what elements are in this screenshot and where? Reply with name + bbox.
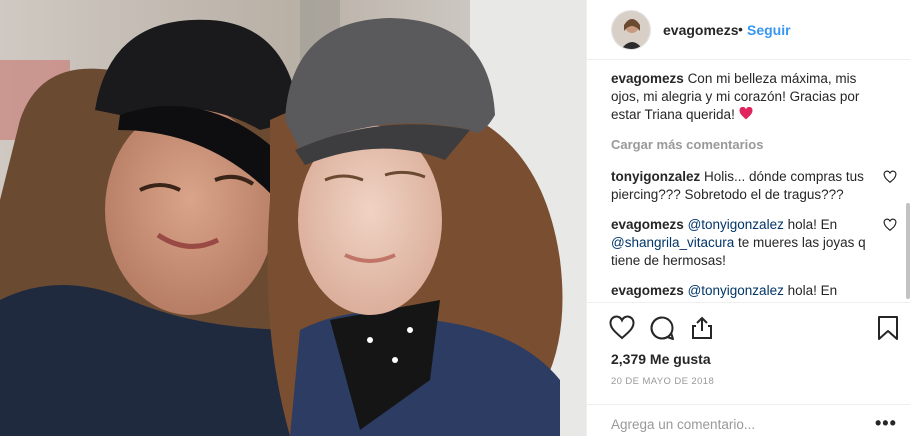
comment-mention[interactable]: @shangrila_vitacura [611,235,734,250]
more-options-icon[interactable]: ••• [875,413,897,434]
comment-mention[interactable]: @tonyigonzalez [688,283,784,298]
list-item: evagomezs @tonyigonzalez hola! En [611,282,905,300]
comment-text: hola! En [787,217,838,232]
share-icon[interactable] [689,315,717,343]
comment-username[interactable]: evagomezs [611,283,684,298]
bookmark-icon[interactable] [877,315,905,343]
add-comment-input[interactable] [611,415,851,433]
speech-bubble-icon[interactable] [649,315,677,343]
comment-username[interactable]: evagomezs [611,217,684,232]
heart-outline-icon[interactable] [609,315,637,343]
red-heart-emoji-icon [739,106,753,122]
load-more-comments-button[interactable]: Cargar más comentarios [611,136,905,154]
likes-count[interactable]: 2,379 Me gusta [611,351,711,367]
comment-like-icon[interactable] [883,218,897,232]
post-date[interactable]: 20 de mayo de 2018 [611,376,714,387]
comment-like-icon[interactable] [883,170,897,184]
comment-mention[interactable]: @tonyigonzalez [688,217,784,232]
post-header: evagomezs • Seguir [587,0,910,60]
caption-username[interactable]: evagomezs [611,71,684,86]
separator-dot: • [738,21,743,37]
photo-illustration [0,0,586,436]
avatar[interactable] [611,10,651,50]
follow-button[interactable]: Seguir [747,22,791,38]
add-comment-bar: ••• [587,404,910,437]
comments-scrollbar[interactable] [906,203,910,299]
post-actions: 2,379 Me gusta 20 de mayo de 2018 ••• [587,302,910,436]
post-sidebar: evagomezs • Seguir evagomezs Con mi bell… [586,0,910,436]
comment-text: hola! En [787,283,838,298]
list-item: evagomezs @tonyigonzalez hola! En @shang… [611,216,905,270]
list-item: tonyigonzalez Holis... dónde compras tus… [611,168,905,204]
comments-section: evagomezs Con mi belleza máxima, mis ojo… [611,70,905,302]
header-username[interactable]: evagomezs [663,22,738,38]
post-photo[interactable] [0,0,586,436]
caption: evagomezs Con mi belleza máxima, mis ojo… [611,70,905,124]
comment-username[interactable]: tonyigonzalez [611,169,700,184]
